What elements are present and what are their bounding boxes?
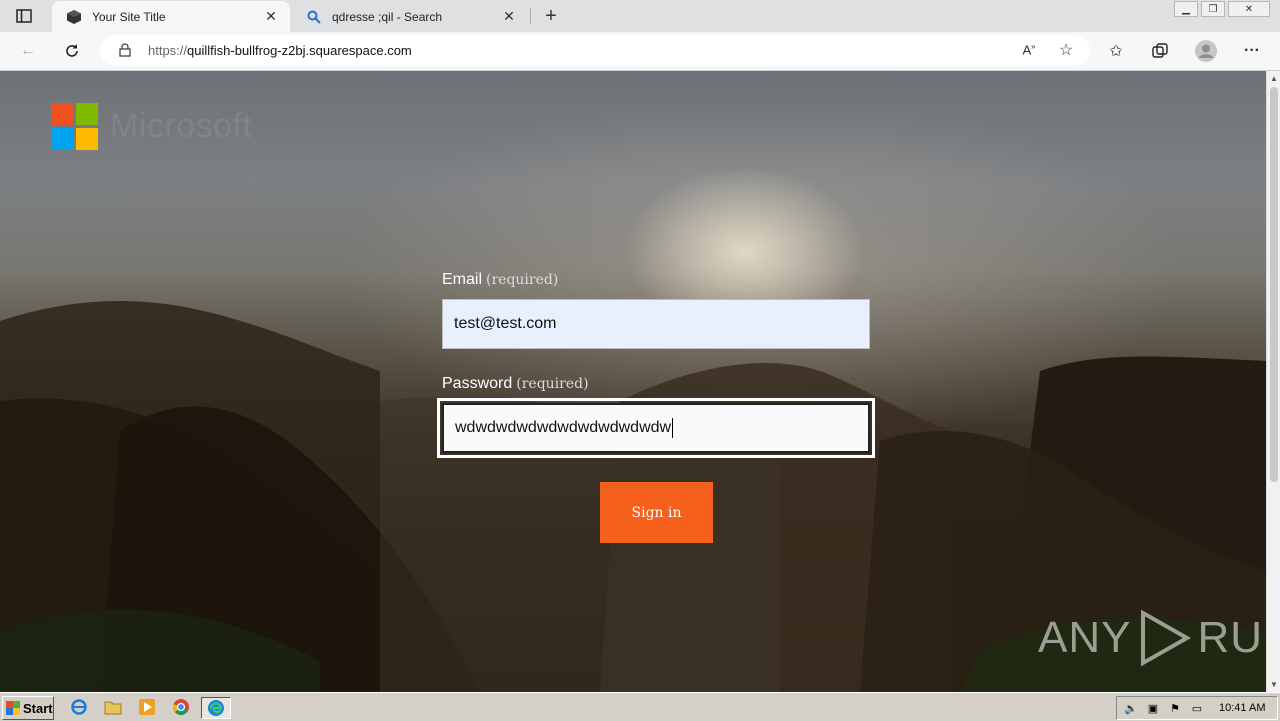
required-note: (required) [486,272,559,288]
email-value: test@test.com [454,315,557,332]
media-player-taskbar-button[interactable] [136,697,158,717]
minimize-button[interactable]: ▁ [1174,1,1198,17]
new-tab-button[interactable]: + [538,4,564,28]
plus-icon: + [545,4,557,27]
tab-title: qdresse ;qil - Search [332,9,443,24]
url-host: quillfish-bullfrog-z2bj.squarespace.com [187,43,412,58]
tab-your-site-title[interactable]: Your Site Title ✕ [52,1,290,32]
add-favorite-button[interactable]: ☆ [1052,36,1080,64]
volume-icon[interactable]: 🔈 [1123,701,1139,715]
address-bar[interactable]: https://quillfish-bullfrog-z2bj.squaresp… [100,35,1090,66]
lock-icon [119,43,131,57]
refresh-icon [66,44,78,57]
close-tab-icon[interactable]: ✕ [498,6,520,28]
read-aloud-icon: A» [1022,42,1036,58]
page-scrollbar[interactable]: ▲ ▼ [1266,71,1280,692]
start-label: Start [23,700,53,716]
start-button[interactable]: Start [2,696,54,720]
ie-taskbar-button[interactable] [68,697,90,717]
edge-icon [208,700,224,716]
back-button[interactable]: ← [14,37,42,65]
logo-text: Microsoft [110,107,253,145]
edge-taskbar-button[interactable] [201,697,231,719]
media-player-icon [139,699,155,715]
page-background: Microsoft Email (required) test@test.com … [0,71,1266,692]
display-icon[interactable]: ▭ [1189,701,1205,715]
close-window-button[interactable]: ✕ [1228,1,1270,17]
url-scheme: https:// [148,43,188,58]
avatar [1195,40,1217,62]
play-icon [1141,609,1192,667]
refresh-button[interactable] [58,37,86,65]
chrome-icon [173,699,189,715]
tab-divider [530,8,531,24]
microsoft-logo-icon [51,103,98,150]
taskbar: Start 🔈 ▣ ⚑ ▭ 10:41 AM [0,692,1280,721]
signin-form: Email (required) test@test.com Password (r… [437,271,875,543]
scroll-up-icon[interactable]: ▲ [1270,74,1278,83]
explorer-taskbar-button[interactable] [102,697,124,717]
signin-button[interactable]: Sign in [600,482,713,543]
tab-title: Your Site Title [92,9,166,24]
text-caret [672,418,674,438]
tab-strip: Your Site Title ✕ qdresse ;qil - Search … [0,0,1280,32]
system-tray: 🔈 ▣ ⚑ ▭ 10:41 AM [1116,696,1278,720]
password-label: Password (required) [442,375,589,392]
network-icon[interactable]: ▣ [1145,701,1161,715]
more-icon: ··· [1244,42,1260,59]
watermark-left: ANY [1038,613,1132,662]
tab-search[interactable]: qdresse ;qil - Search ✕ [292,1,528,32]
folder-icon [104,701,122,715]
tab-actions-button[interactable] [6,5,42,27]
favorites-icon: ✩ [1109,43,1123,60]
collections-button[interactable] [1146,37,1174,65]
chrome-taskbar-button[interactable] [170,697,192,717]
scroll-down-icon[interactable]: ▼ [1270,680,1278,689]
password-field[interactable]: wdwdwdwdwdwdwdwdwdwdw [437,398,875,458]
close-tab-icon[interactable]: ✕ [260,6,282,28]
scroll-thumb[interactable] [1270,87,1278,482]
collections-icon [1152,43,1168,58]
tab-actions-icon [16,9,32,23]
watermark-right: RUN [1197,613,1266,662]
read-aloud-button[interactable]: A» [1015,36,1043,64]
email-field[interactable]: test@test.com [442,299,870,349]
anyrun-watermark: ANY RUN [1038,609,1266,667]
restore-button[interactable]: ❐ [1201,1,1225,17]
favorites-button[interactable]: ✩ [1102,37,1130,65]
browser-toolbar: ← https://quillfish-bullfrog-z2bj.square… [0,32,1280,71]
profile-button[interactable] [1192,37,1220,65]
arrow-left-icon: ← [20,42,36,59]
flag-icon[interactable]: ⚑ [1167,701,1183,715]
password-value: wdwdwdwdwdwdwdwdwdwdw [455,419,672,436]
required-note: (required) [516,376,589,392]
search-icon [306,9,322,25]
cube-icon [66,9,82,25]
window-controls: ▁ ❐ ✕ [1171,1,1270,17]
email-label: Email (required) [442,271,559,288]
ie-icon [71,699,87,715]
url-text: https://quillfish-bullfrog-z2bj.squaresp… [148,43,412,58]
microsoft-logo: Microsoft [51,103,252,150]
clock[interactable]: 10:41 AM [1219,702,1265,714]
settings-menu-button[interactable]: ··· [1238,37,1266,65]
windows-flag-icon [6,701,20,715]
star-plus-icon: ☆ [1058,42,1074,59]
